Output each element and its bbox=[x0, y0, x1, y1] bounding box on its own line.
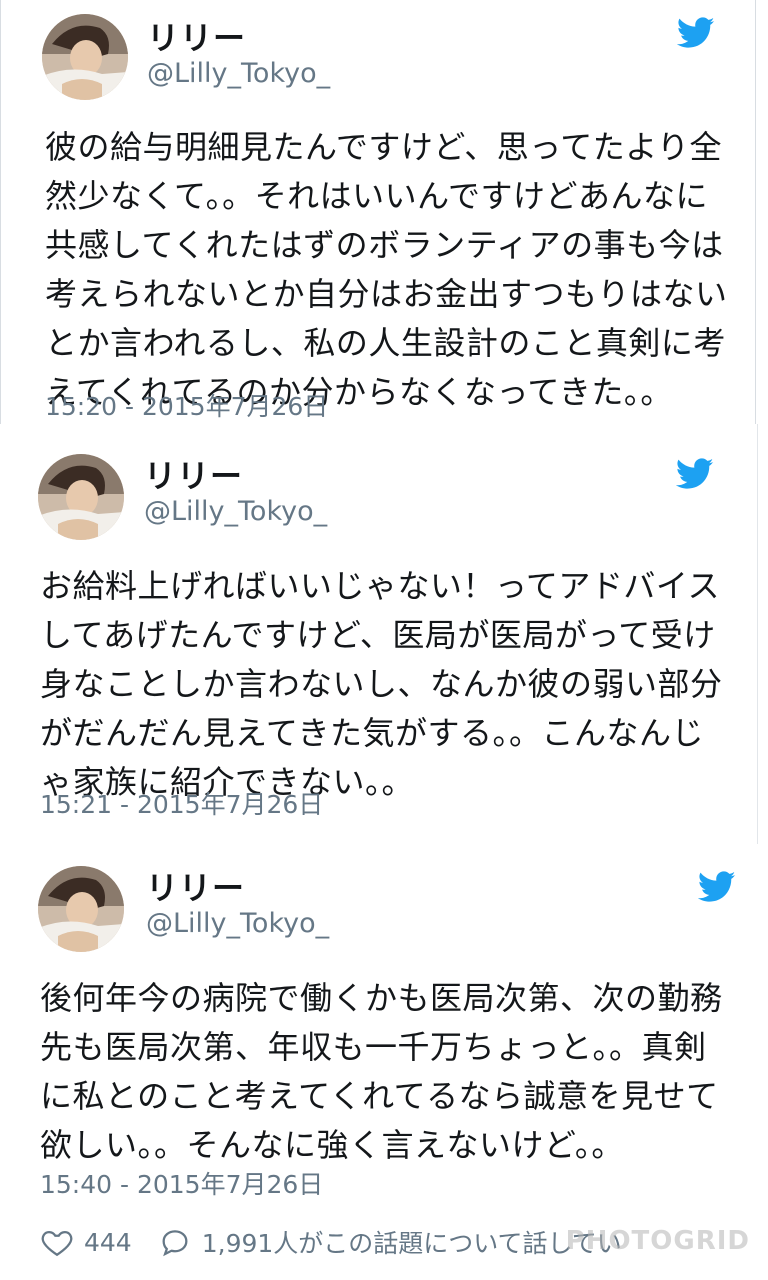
tweet-timestamp[interactable]: 15:20 - 2015年7月26日 bbox=[45, 394, 328, 419]
user-name[interactable]: リリー bbox=[147, 22, 246, 54]
tweet-card-3[interactable]: リリー @Lilly_Tokyo_ 後何年今の病院で働くかも医局次第、次の勤務 … bbox=[0, 844, 768, 1280]
tweet-timestamp[interactable]: 15:40 - 2015年7月26日 bbox=[40, 1172, 323, 1197]
tweet-text: 後何年今の病院で働くかも医局次第、次の勤務 先も医局次第、年収も一千万ちょっと。… bbox=[40, 979, 723, 1164]
twitter-bird-icon[interactable] bbox=[677, 17, 715, 49]
user-name[interactable]: リリー bbox=[144, 460, 243, 492]
user-handle[interactable]: @Lilly_Tokyo_ bbox=[146, 910, 329, 937]
tweet-actions: 444 1,991人がこの話題について話してい bbox=[40, 1222, 622, 1262]
like-count[interactable]: 444 bbox=[84, 1228, 132, 1257]
tweet-card-2[interactable]: リリー @Lilly_Tokyo_ お給料上げればいいじゃない！ってアドバイス … bbox=[0, 424, 758, 844]
user-name[interactable]: リリー bbox=[146, 872, 245, 904]
tweet-text: 彼の給与明細見たんですけど、思ってたより全 然少なくて。。それはいいんですけどあ… bbox=[45, 128, 728, 411]
conversation-text[interactable]: 1,991人がこの話題について話してい bbox=[202, 1224, 622, 1260]
tweet-timestamp[interactable]: 15:21 - 2015年7月26日 bbox=[40, 792, 323, 817]
avatar[interactable] bbox=[42, 14, 128, 100]
speech-bubble-icon[interactable] bbox=[158, 1225, 192, 1259]
photogrid-watermark: PHOTOGRID bbox=[565, 1226, 750, 1256]
avatar[interactable] bbox=[38, 866, 124, 952]
user-handle[interactable]: @Lilly_Tokyo_ bbox=[144, 498, 327, 525]
tweet-card-1[interactable]: リリー @Lilly_Tokyo_ 彼の給与明細見たんですけど、思ってたより全 … bbox=[0, 0, 756, 424]
twitter-bird-icon[interactable] bbox=[676, 458, 714, 490]
heart-icon[interactable] bbox=[40, 1225, 74, 1259]
user-handle[interactable]: @Lilly_Tokyo_ bbox=[147, 60, 330, 87]
twitter-bird-icon[interactable] bbox=[698, 871, 736, 903]
tweet-text: お給料上げればいいじゃない！ってアドバイス してあげたんですけど、医局が医局がっ… bbox=[40, 567, 723, 801]
avatar[interactable] bbox=[38, 454, 124, 540]
